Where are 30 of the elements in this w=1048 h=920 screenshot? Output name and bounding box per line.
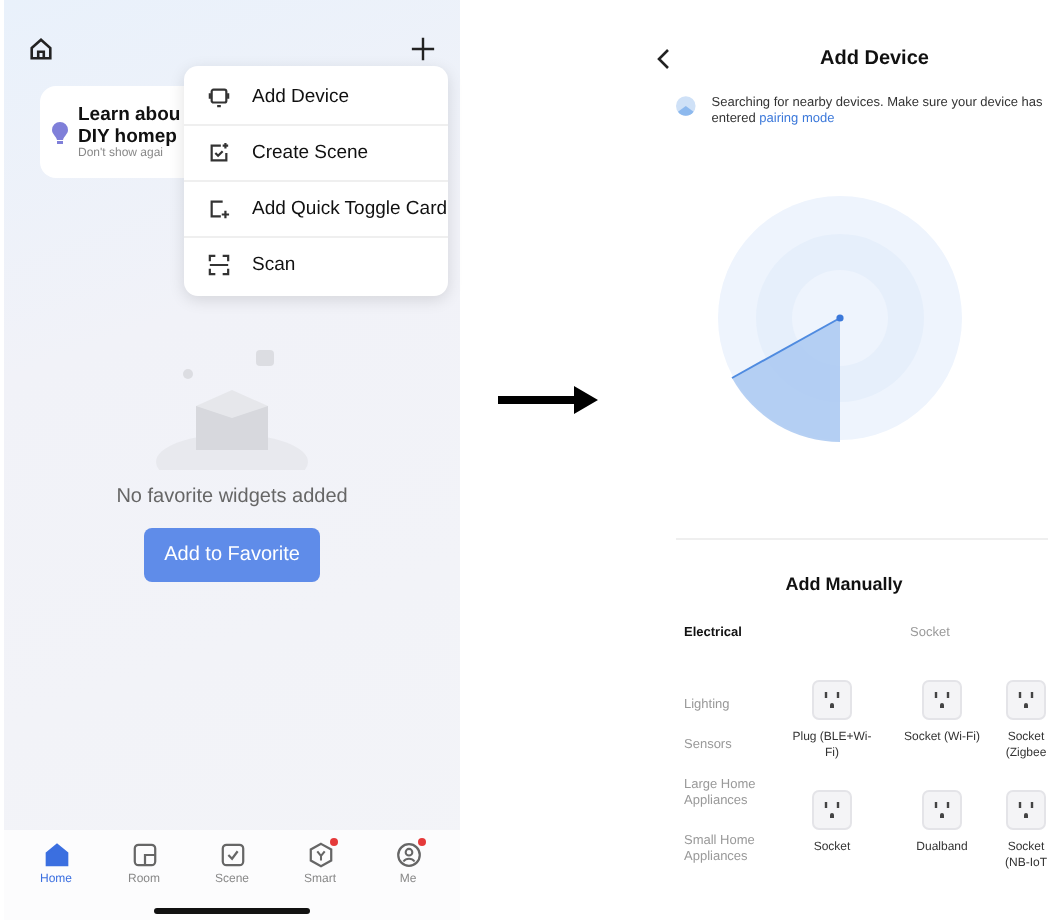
tab-icon (131, 842, 157, 868)
menu-item-icon (208, 254, 230, 276)
tip-title: Learn abou (78, 104, 181, 126)
socket-icon[interactable] (1006, 790, 1046, 830)
section-title: Add Manually (785, 574, 903, 594)
bulb-icon (52, 121, 68, 143)
socket-icon[interactable] (1006, 680, 1046, 720)
socket-icon[interactable] (812, 680, 852, 720)
add-icon[interactable] (410, 36, 436, 62)
back-icon[interactable] (656, 48, 670, 70)
empty-message: No favorite widgets added (116, 486, 348, 508)
menu-item[interactable]: Add Device (184, 70, 448, 126)
socket-icon[interactable] (922, 680, 962, 720)
page-title: Add Device (820, 48, 929, 70)
tab-icon (395, 842, 421, 868)
loading-icon (676, 96, 696, 116)
menu-item-icon (208, 86, 230, 108)
socket-icon[interactable] (812, 790, 852, 830)
tab-icon (307, 842, 333, 868)
right-arrow (498, 386, 598, 414)
tab-icon (219, 842, 245, 868)
menu-item[interactable]: Scan (184, 238, 448, 292)
menu-item-icon (208, 142, 230, 164)
menu-item-icon (208, 198, 230, 220)
menu-item[interactable]: Add Quick Toggle Card (184, 182, 448, 238)
home-icon[interactable] (28, 36, 54, 62)
socket-icon[interactable] (922, 790, 962, 830)
tip-title: DIY homep (78, 126, 179, 148)
tab-icon (43, 842, 69, 868)
menu-item[interactable]: Create Scene (184, 126, 448, 182)
